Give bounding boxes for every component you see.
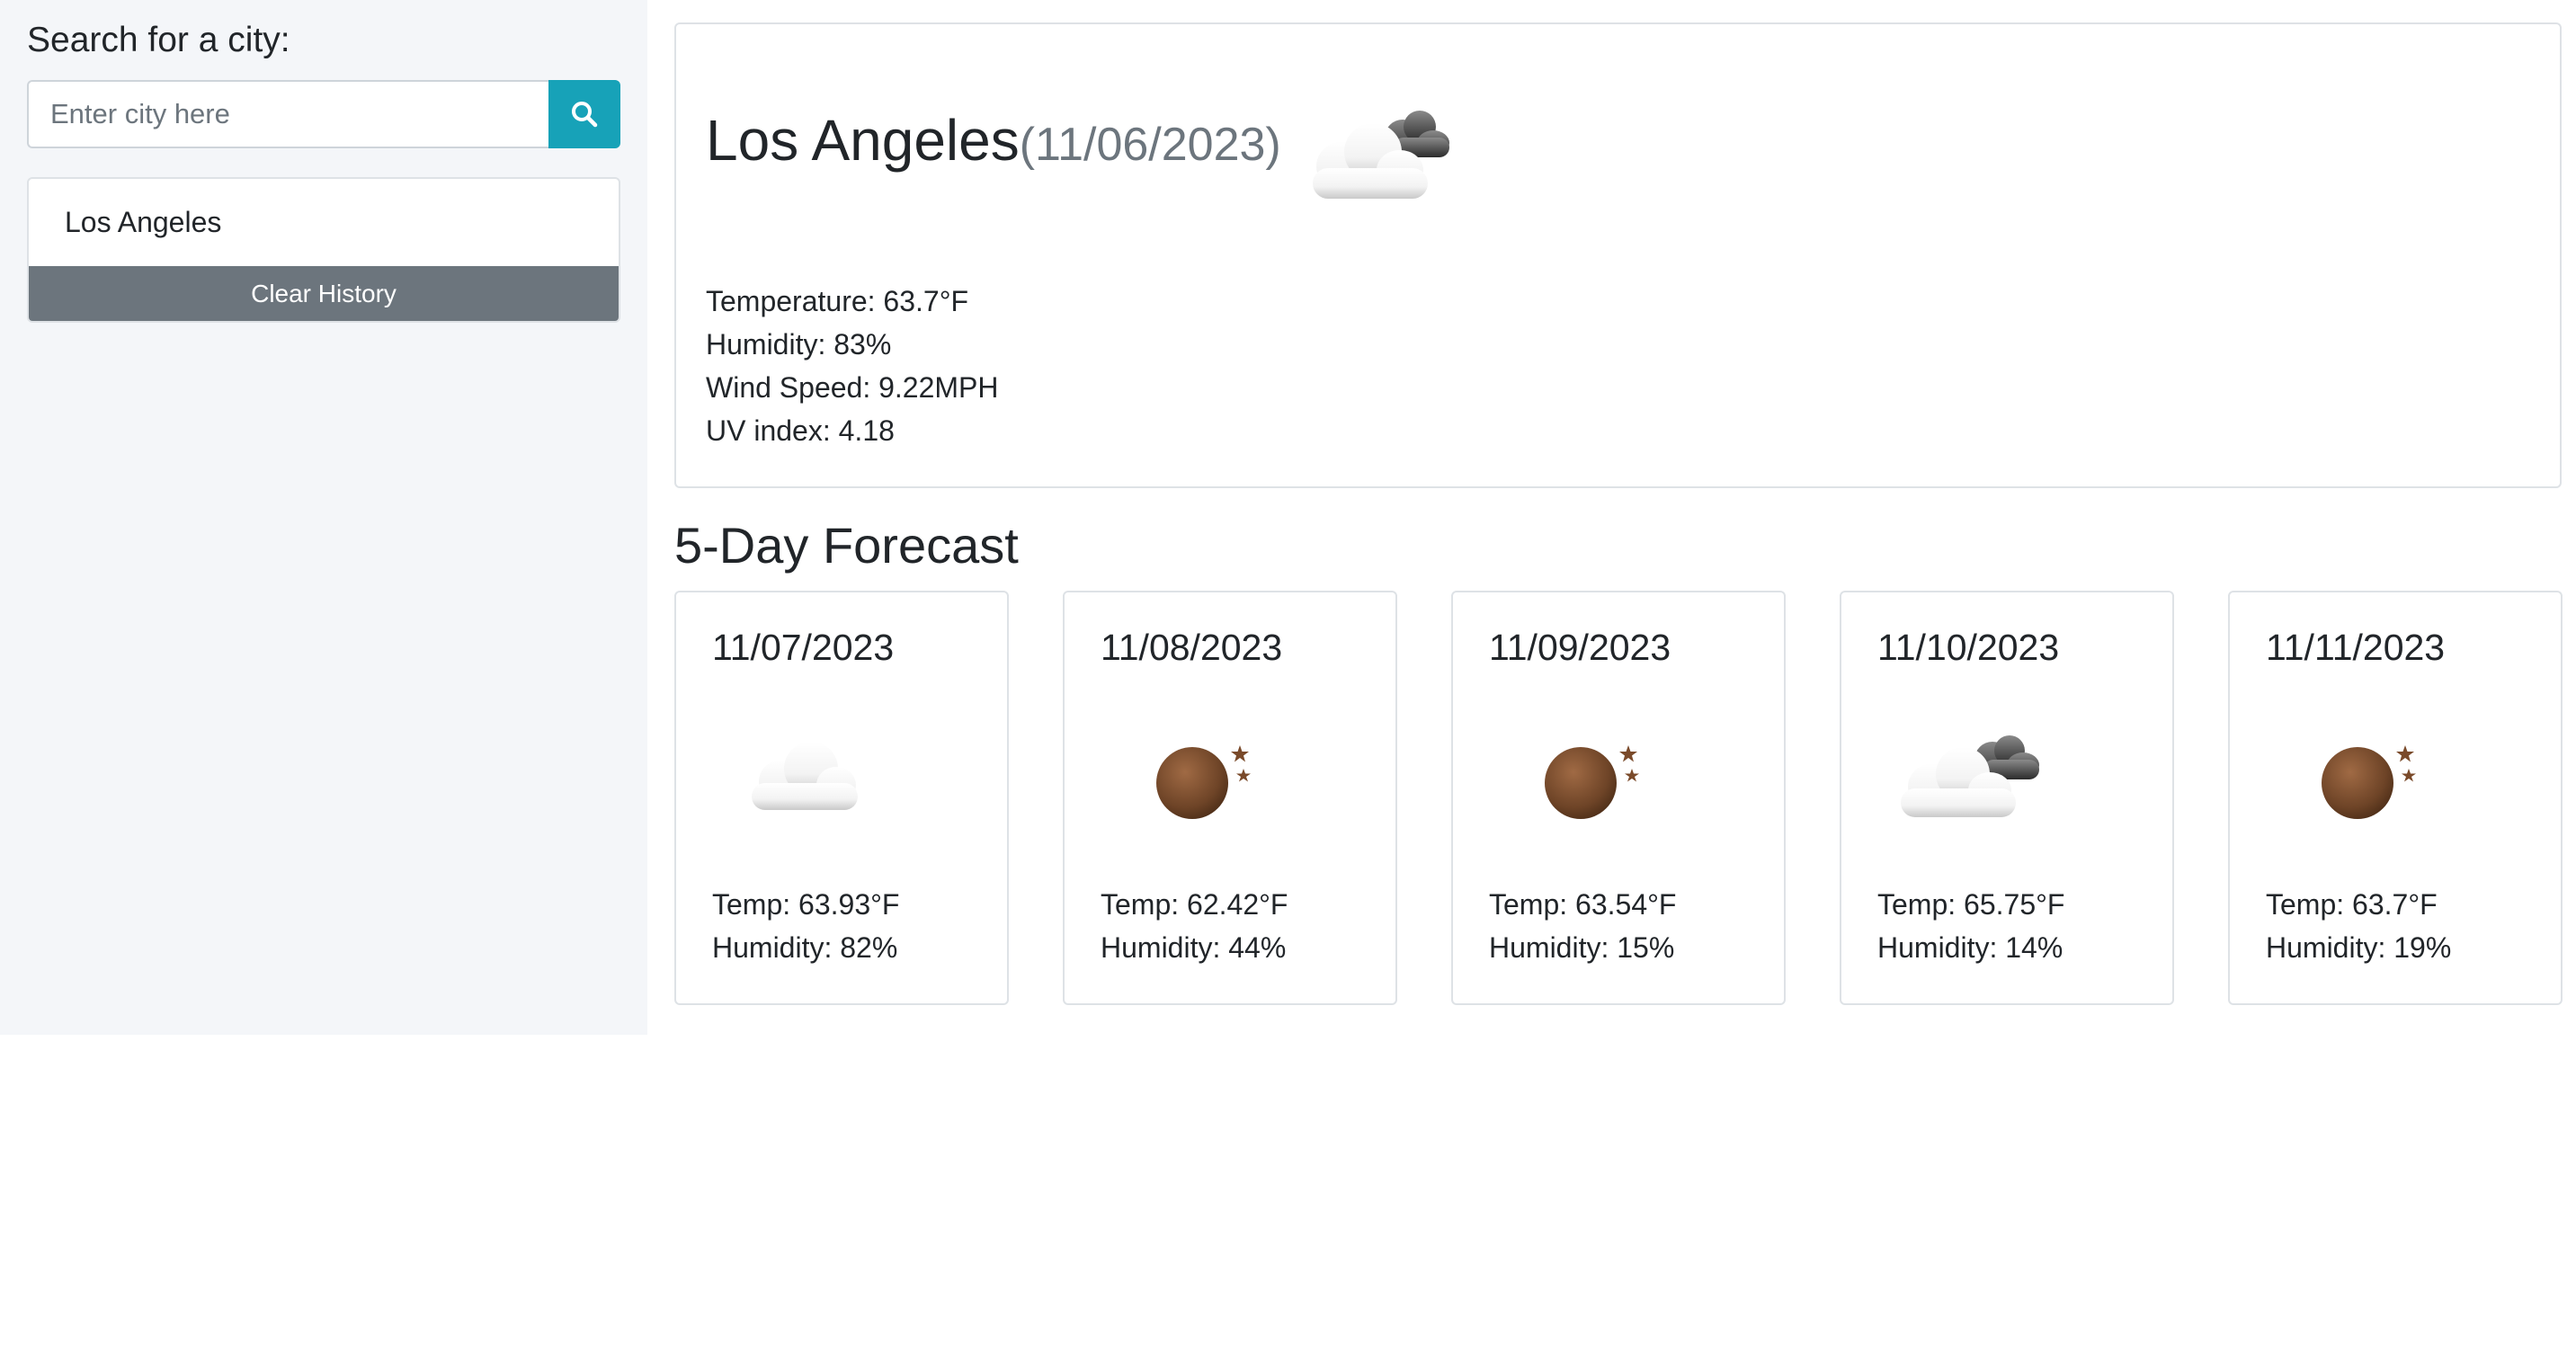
- current-humidity: Humidity: 83%: [706, 328, 892, 361]
- city-search-input[interactable]: [27, 80, 548, 148]
- forecast-date: 11/10/2023: [1877, 627, 2060, 668]
- forecast-temp: Temp: 63.7°F: [2266, 888, 2438, 921]
- forecast-stats: Temp: 63.93°F Humidity: 82%: [712, 883, 899, 969]
- forecast-stats: Temp: 65.75°F Humidity: 14%: [1877, 883, 2064, 969]
- sidebar: Search for a city: Los Angeles Clear His…: [0, 0, 647, 1035]
- current-city-title: Los Angeles (11/06/2023): [706, 107, 1281, 174]
- forecast-humidity: Humidity: 19%: [2266, 931, 2452, 964]
- forecast-temp: Temp: 65.75°F: [1877, 888, 2065, 921]
- partly-cloudy-icon: [1886, 727, 2048, 831]
- city-name: Los Angeles: [706, 108, 1020, 173]
- current-wind-speed: Wind Speed: 9.22MPH: [706, 371, 999, 404]
- forecast-card: 11/07/2023 Temp: 63.93°F Humidity: 82%: [674, 591, 1009, 1005]
- forecast-card: 11/09/2023 Temp: 63.54°F Humidity: 15%: [1451, 591, 1786, 1005]
- forecast-stats: Temp: 63.54°F Humidity: 15%: [1489, 883, 1676, 969]
- forecast-card: 11/08/2023 Temp: 62.42°F Humidity: 44%: [1063, 591, 1397, 1005]
- forecast-card: 11/11/2023 Temp: 63.7°F Humidity: 19%: [2228, 591, 2563, 1005]
- forecast-stats: Temp: 63.7°F Humidity: 19%: [2266, 883, 2451, 969]
- forecast-humidity: Humidity: 14%: [1877, 931, 2063, 964]
- forecast-temp: Temp: 63.54°F: [1489, 888, 1677, 921]
- moon-stars-icon: [2293, 727, 2428, 831]
- cloud-icon: [739, 727, 874, 831]
- forecast-humidity: Humidity: 15%: [1489, 931, 1675, 964]
- clear-history-button[interactable]: Clear History: [29, 266, 619, 321]
- forecast-temp: Temp: 62.42°F: [1101, 888, 1288, 921]
- forecast-date: 11/11/2023: [2266, 627, 2446, 668]
- current-date: (11/06/2023): [1019, 119, 1281, 171]
- moon-stars-icon: [1516, 727, 1651, 831]
- forecast-heading: 5-Day Forecast: [674, 517, 1019, 574]
- forecast-date: 11/09/2023: [1489, 627, 1671, 668]
- current-weather-card: Los Angeles (11/06/2023) Temperature: 63.…: [674, 22, 2562, 488]
- forecast-humidity: Humidity: 44%: [1101, 931, 1287, 964]
- forecast-date: 11/08/2023: [1101, 627, 1283, 668]
- current-uv-index: UV index: 4.18: [706, 414, 895, 447]
- search-heading: Search for a city:: [27, 21, 290, 59]
- partly-cloudy-icon: [1297, 96, 1458, 218]
- forecast-stats: Temp: 62.42°F Humidity: 44%: [1101, 883, 1288, 969]
- history-item-los-angeles[interactable]: Los Angeles: [29, 179, 619, 266]
- search-button[interactable]: [548, 80, 620, 148]
- forecast-humidity: Humidity: 82%: [712, 931, 898, 964]
- search-form: [27, 80, 620, 148]
- forecast-date: 11/07/2023: [712, 627, 895, 668]
- forecast-temp: Temp: 63.93°F: [712, 888, 900, 921]
- moon-stars-icon: [1128, 727, 1262, 831]
- forecast-card: 11/10/2023 Temp: 65.75°F Humidity: 14%: [1840, 591, 2174, 1005]
- search-icon: [572, 102, 598, 128]
- current-temperature: Temperature: 63.7°F: [706, 285, 969, 317]
- search-history: Los Angeles Clear History: [27, 177, 620, 323]
- current-stats: Temperature: 63.7°F Humidity: 83% Wind S…: [706, 280, 999, 452]
